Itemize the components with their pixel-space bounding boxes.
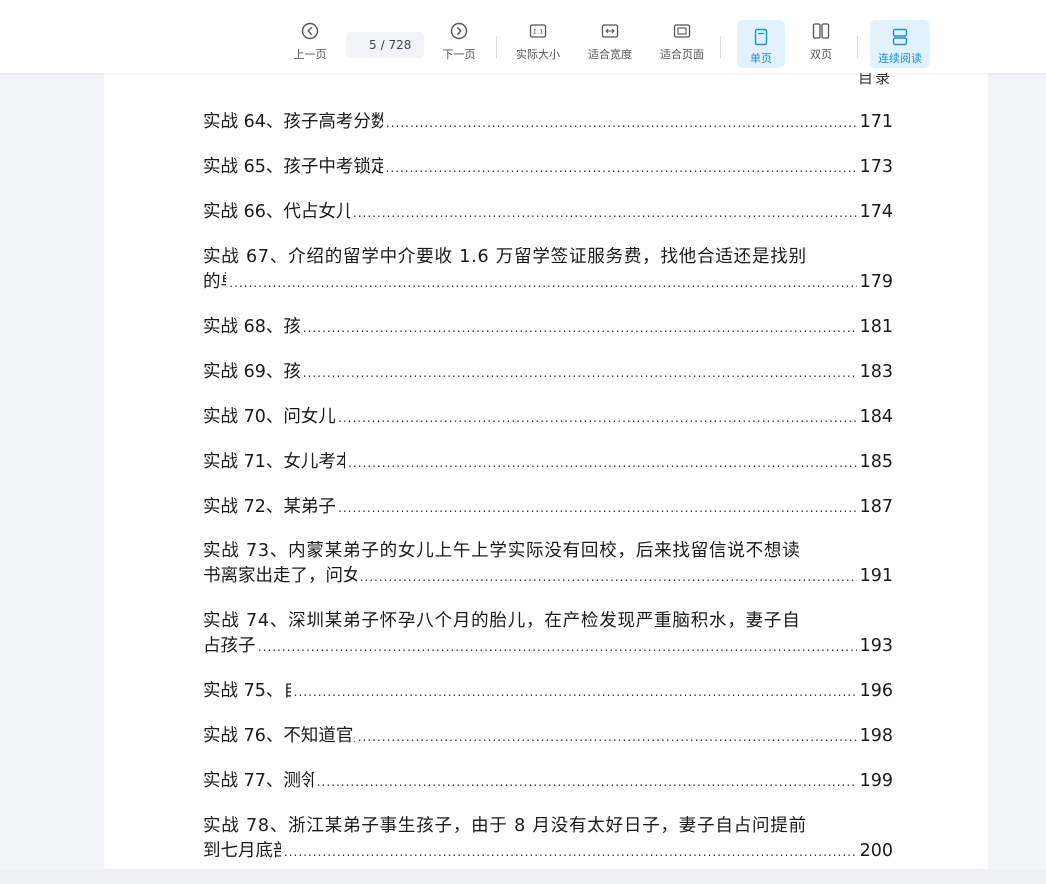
- single-page-button[interactable]: 单页: [737, 20, 785, 68]
- current-page-input[interactable]: [358, 38, 377, 52]
- toc-leader: [386, 111, 857, 135]
- toc-entry[interactable]: 实战 70、问女儿中考能否考进指定的第三中学 184: [203, 405, 893, 429]
- single-page-label: 单页: [750, 52, 772, 65]
- viewer-toolbar: 上一页 / 728 下一页 1:1 实际大小 适合宽度 适合页面 单页 双页 连…: [0, 0, 1046, 73]
- toc-leader: [353, 201, 857, 225]
- toc-entry[interactable]: 实战 67、介绍的留学中介要收 1.6 万留学签证服务费，找他合适还是找别 的单…: [203, 245, 893, 294]
- toc-entry[interactable]: 实战 72、某弟子问妻子明天的房缺手术平安否 187: [203, 495, 893, 519]
- toc-title: 实战 65、孩子中考锁定某重点中学，考出分数 711，问有没有机会进: [203, 157, 383, 177]
- toc-entry[interactable]: 实战 74、深圳某弟子怀孕八个月的胎儿，在产检发现严重脑积水，妻子自 占孩子还有…: [203, 609, 893, 658]
- toc-page-number: 184: [859, 407, 893, 427]
- double-page-button[interactable]: 双页: [800, 22, 842, 68]
- toc-entry[interactable]: 实战 64、孩子高考分数刚过二本线，能被二本 A 类的政法学院录取吗 171: [203, 110, 893, 134]
- toc-title: 实战 75、自占这次能否晋升: [203, 681, 291, 701]
- fit-page-icon: [673, 24, 691, 38]
- actual-size-button[interactable]: 1:1 实际大小: [512, 22, 564, 68]
- prev-page-button[interactable]: 上一页: [290, 22, 330, 68]
- toc-entry[interactable]: 实战 69、孩子能考到 640 分吗 183: [203, 360, 893, 384]
- continuous-reading-icon: [892, 28, 908, 46]
- toc-title: 实战 68、孩子能考到 645 分吗: [203, 317, 300, 337]
- toc-leader: [317, 770, 857, 794]
- toc-leader: [348, 451, 857, 475]
- toc-page-number: 171: [859, 112, 893, 132]
- toc-title: 实战 66、代占女儿出国留学签证，重点注意哪些问题: [203, 202, 350, 222]
- toc-title: 的单位: [203, 272, 226, 292]
- toc-leader: [229, 271, 856, 295]
- total-pages: / 728: [380, 38, 412, 52]
- toc-page-number: 173: [859, 157, 893, 177]
- toc-title: 占孩子还有救吗: [203, 636, 255, 656]
- toc-title-line: 实战 78、浙江某弟子事生孩子，由于 8 月没有太好日子，妻子自占问提前: [203, 816, 807, 836]
- fit-width-icon: [601, 24, 619, 38]
- toc-entry[interactable]: 实战 66、代占女儿出国留学签证，重点注意哪些问题 174: [203, 200, 893, 224]
- toc-title-line: 实战 67、介绍的留学中介要收 1.6 万留学签证服务费，找他合适还是找别: [203, 247, 807, 267]
- fit-width-button[interactable]: 适合宽度: [584, 22, 636, 68]
- fit-page-button[interactable]: 适合页面: [656, 22, 708, 68]
- toc-title: 实战 77、测邻居怀孕嫂子是男孩女孩: [203, 771, 314, 791]
- toc-title: 实战 76、不知道官星生世还是生应，自己附体又占一卦: [203, 726, 355, 746]
- toc-leader: [338, 496, 857, 520]
- toc-entry[interactable]: 实战 78、浙江某弟子事生孩子，由于 8 月没有太好日子，妻子自占问提前 到七月…: [203, 814, 893, 863]
- toc-title: 实战 69、孩子能考到 640 分吗: [203, 362, 300, 382]
- chevron-right-circle-icon: [450, 22, 468, 40]
- toc-page-number: 187: [859, 497, 893, 517]
- page-header: 目录: [858, 73, 893, 87]
- toc-page-number: 179: [859, 272, 893, 292]
- toc-page-number: 198: [859, 726, 893, 746]
- toc-leader: [284, 840, 857, 864]
- toc-title: 实战 72、某弟子问妻子明天的房缺手术平安否: [203, 497, 336, 517]
- toc-leader: [338, 406, 857, 430]
- chevron-left-circle-icon: [301, 22, 319, 40]
- prev-page-label: 上一页: [293, 48, 327, 61]
- fit-page-label: 适合页面: [660, 48, 704, 61]
- toc-title: 到七月底剖腹产是否更好: [203, 841, 281, 861]
- bottom-bar: [0, 869, 1046, 884]
- toc-page-number: 191: [859, 566, 893, 586]
- toolbar-divider: [857, 36, 858, 58]
- toc-page-number: 196: [859, 681, 893, 701]
- toc-title: 实战 70、问女儿中考能否考进指定的第三中学: [203, 407, 336, 427]
- toc-leader: [358, 725, 857, 749]
- continuous-reading-label: 连续阅读: [878, 52, 922, 65]
- next-page-label: 下一页: [442, 48, 476, 61]
- toc-entry[interactable]: 实战 71、女儿考本地高中，是否要托人找关系铺垫 185: [203, 450, 893, 474]
- toc-title: 书离家出走了，问女儿到哪儿了，找谁去了，方位在哪儿: [203, 566, 357, 586]
- toolbar-divider: [496, 36, 497, 58]
- toc-page-number: 174: [859, 202, 893, 222]
- single-page-icon: [754, 28, 768, 46]
- toc-page-number: 181: [859, 317, 893, 337]
- toolbar-divider: [720, 36, 721, 58]
- double-page-label: 双页: [810, 48, 832, 61]
- toc-title-line: 实战 73、内蒙某弟子的女儿上午上学实际没有回校，后来找留信说不想读: [203, 541, 801, 561]
- svg-text:1:1: 1:1: [533, 28, 543, 36]
- toc-title: 实战 71、女儿考本地高中，是否要托人找关系铺垫: [203, 452, 346, 472]
- toc-entry[interactable]: 实战 75、自占这次能否晋升 196: [203, 679, 893, 703]
- toc-leader: [258, 635, 857, 659]
- continuous-reading-button[interactable]: 连续阅读: [870, 20, 930, 68]
- document-page: 目录 实战 64、孩子高考分数刚过二本线，能被二本 A 类的政法学院录取吗 171…: [104, 73, 988, 869]
- toc-leader: [303, 361, 857, 385]
- toc-leader: [303, 316, 857, 340]
- toc-entry[interactable]: 实战 76、不知道官星生世还是生应，自己附体又占一卦 198: [203, 724, 893, 748]
- toc-page-number: 199: [859, 771, 893, 791]
- toc-page-number: 185: [859, 452, 893, 472]
- toc-leader: [386, 156, 857, 180]
- fit-width-label: 适合宽度: [588, 48, 632, 61]
- next-page-button[interactable]: 下一页: [439, 22, 479, 68]
- actual-size-label: 实际大小: [516, 48, 560, 61]
- toc-entry[interactable]: 实战 68、孩子能考到 645 分吗 181: [203, 315, 893, 339]
- toc-leader: [294, 680, 857, 704]
- double-page-icon: [812, 23, 830, 39]
- toc-entry[interactable]: 实战 73、内蒙某弟子的女儿上午上学实际没有回校，后来找留信说不想读 书离家出走…: [203, 539, 893, 588]
- toc-entry[interactable]: 实战 65、孩子中考锁定某重点中学，考出分数 711，问有没有机会进 173: [203, 155, 893, 179]
- page-indicator: / 728: [346, 32, 424, 58]
- toc-page-number: 200: [859, 841, 893, 861]
- toc-page-number: 193: [859, 636, 893, 656]
- toc-title: 实战 64、孩子高考分数刚过二本线，能被二本 A 类的政法学院录取吗: [203, 112, 383, 132]
- toc-leader: [360, 565, 857, 589]
- toc-page-number: 183: [859, 362, 893, 382]
- toc-title-line: 实战 74、深圳某弟子怀孕八个月的胎儿，在产检发现严重脑积水，妻子自: [203, 611, 801, 631]
- toc-entry[interactable]: 实战 77、测邻居怀孕嫂子是男孩女孩 199: [203, 769, 893, 793]
- actual-size-icon: 1:1: [529, 24, 547, 38]
